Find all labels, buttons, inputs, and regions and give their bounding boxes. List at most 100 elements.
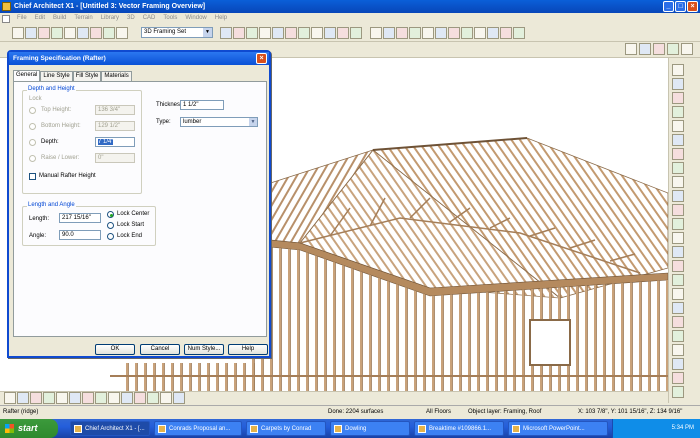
length-field[interactable]: 217 15/16" — [59, 213, 101, 223]
depth-radio[interactable] — [29, 139, 36, 146]
taskbar-item[interactable]: Chief Architect X1 - [... — [70, 421, 150, 436]
menu-edit[interactable]: Edit — [32, 13, 48, 24]
side-tool-button[interactable] — [672, 344, 684, 356]
toolbar-button[interactable] — [77, 27, 89, 39]
toolbar-button[interactable] — [324, 27, 336, 39]
edit-tool-button[interactable] — [173, 392, 185, 404]
toolbar-button[interactable] — [350, 27, 362, 39]
num-style-button[interactable]: Num Style... — [184, 344, 224, 355]
side-tool-button[interactable] — [672, 120, 684, 132]
side-tool-button[interactable] — [672, 302, 684, 314]
manual-rafter-height-checkbox[interactable] — [29, 173, 36, 180]
side-tool-button[interactable] — [672, 176, 684, 188]
toolbar-button[interactable] — [370, 27, 382, 39]
edit-tool-button[interactable] — [121, 392, 133, 404]
side-tool-button[interactable] — [672, 288, 684, 300]
lock-end-radio[interactable] — [107, 233, 114, 240]
edit-tool-button[interactable] — [56, 392, 68, 404]
toolbar-button[interactable] — [25, 27, 37, 39]
side-tool-button[interactable] — [672, 386, 684, 398]
toolbar-button[interactable] — [220, 27, 232, 39]
edit-tool-button[interactable] — [43, 392, 55, 404]
side-tool-button[interactable] — [672, 204, 684, 216]
side-tool-button[interactable] — [672, 64, 684, 76]
toolbar-button[interactable] — [435, 27, 447, 39]
side-tool-button[interactable] — [672, 106, 684, 118]
side-tool-button[interactable] — [672, 246, 684, 258]
edit-tool-button[interactable] — [17, 392, 29, 404]
menu-terrain[interactable]: Terrain — [71, 13, 95, 24]
toolbar-button[interactable] — [51, 27, 63, 39]
toolbar-button[interactable] — [233, 27, 245, 39]
saved-view-select[interactable]: 3D Framing Set ▼ — [141, 27, 213, 38]
clock[interactable]: 5:34 PM — [672, 419, 694, 438]
depth-field[interactable]: 7 1/4" — [95, 137, 135, 147]
edit-tool-button[interactable] — [30, 392, 42, 404]
taskbar-item[interactable]: Microsoft PowerPoint... — [508, 421, 608, 436]
menu-window[interactable]: Window — [182, 13, 209, 24]
taskbar-item[interactable]: Dowling — [330, 421, 410, 436]
side-tool-button[interactable] — [672, 148, 684, 160]
menu-library[interactable]: Library — [98, 13, 122, 24]
toolbar-button[interactable] — [246, 27, 258, 39]
arc-tool-button[interactable] — [681, 43, 693, 55]
arc-tool-button[interactable] — [639, 43, 651, 55]
top-height-field[interactable]: 136 3/4" — [95, 105, 135, 115]
toolbar-button[interactable] — [448, 27, 460, 39]
menu-tools[interactable]: Tools — [160, 13, 180, 24]
toolbar-button[interactable] — [64, 27, 76, 39]
cancel-button[interactable]: Cancel — [140, 344, 180, 355]
start-button[interactable]: start — [0, 419, 58, 438]
toolbar-button[interactable] — [422, 27, 434, 39]
toolbar-button[interactable] — [500, 27, 512, 39]
side-tool-button[interactable] — [672, 330, 684, 342]
arc-tool-button[interactable] — [625, 43, 637, 55]
side-tool-button[interactable] — [672, 316, 684, 328]
toolbar-button[interactable] — [513, 27, 525, 39]
toolbar-button[interactable] — [103, 27, 115, 39]
side-tool-button[interactable] — [672, 162, 684, 174]
toolbar-button[interactable] — [409, 27, 421, 39]
taskbar-item[interactable]: Conrads Proposal an... — [154, 421, 242, 436]
edit-tool-button[interactable] — [147, 392, 159, 404]
side-tool-button[interactable] — [672, 190, 684, 202]
toolbar-button[interactable] — [12, 27, 24, 39]
taskbar-item[interactable]: Carpets by Conrad — [246, 421, 326, 436]
toolbar-button[interactable] — [38, 27, 50, 39]
toolbar-button[interactable] — [272, 27, 284, 39]
ok-button[interactable]: OK — [95, 344, 135, 355]
bottom-height-field[interactable]: 129 1/2" — [95, 121, 135, 131]
menu-cad[interactable]: CAD — [140, 13, 159, 24]
side-tool-button[interactable] — [672, 92, 684, 104]
toolbar-button[interactable] — [396, 27, 408, 39]
menu-3d[interactable]: 3D — [124, 13, 138, 24]
edit-tool-button[interactable] — [82, 392, 94, 404]
side-tool-button[interactable] — [672, 372, 684, 384]
toolbar-button[interactable] — [474, 27, 486, 39]
side-tool-button[interactable] — [672, 274, 684, 286]
side-tool-button[interactable] — [672, 260, 684, 272]
dialog-close-button[interactable]: × — [256, 53, 267, 64]
bottom-height-radio[interactable] — [29, 123, 36, 130]
raise-lower-radio[interactable] — [29, 155, 36, 162]
toolbar-button[interactable] — [461, 27, 473, 39]
tab-materials[interactable]: Materials — [101, 71, 132, 81]
taskbar-item[interactable]: Breaktime #109866.1... — [414, 421, 504, 436]
toolbar-button[interactable] — [298, 27, 310, 39]
menu-help[interactable]: Help — [212, 13, 230, 24]
maximize-button[interactable]: □ — [675, 1, 686, 12]
thickness-field[interactable]: 1 1/2" — [180, 100, 224, 110]
dialog-title-bar[interactable]: Framing Specification (Rafter) × — [9, 52, 269, 65]
close-button[interactable]: × — [687, 1, 698, 12]
side-tool-button[interactable] — [672, 218, 684, 230]
edit-tool-button[interactable] — [160, 392, 172, 404]
angle-field[interactable]: 90.0 — [59, 230, 101, 240]
toolbar-button[interactable] — [311, 27, 323, 39]
edit-tool-button[interactable] — [134, 392, 146, 404]
toolbar-button[interactable] — [285, 27, 297, 39]
lock-center-radio[interactable] — [107, 211, 114, 218]
raise-lower-field[interactable]: 0" — [95, 153, 135, 163]
top-height-radio[interactable] — [29, 107, 36, 114]
toolbar-button[interactable] — [383, 27, 395, 39]
tab-fill-style[interactable]: Fill Style — [72, 71, 102, 81]
